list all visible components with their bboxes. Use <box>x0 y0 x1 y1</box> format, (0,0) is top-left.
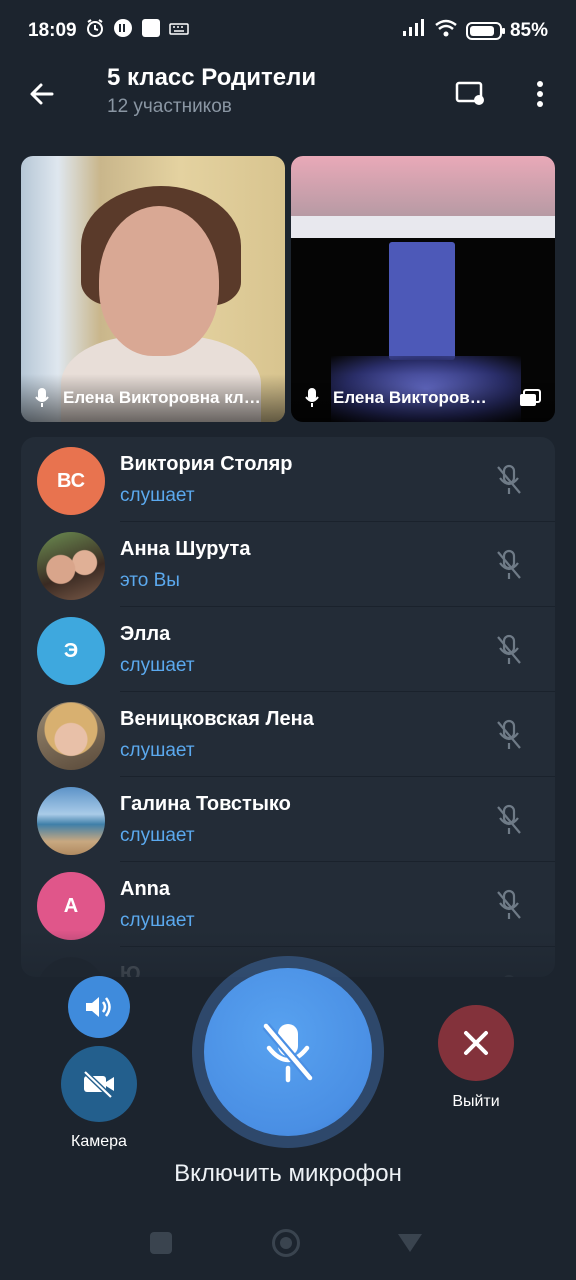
status-time: 18:09 <box>28 20 77 41</box>
close-icon <box>464 1031 488 1055</box>
muted-mic-icon[interactable] <box>491 632 527 668</box>
more-vertical-icon <box>537 81 543 107</box>
battery-percent: 85% <box>509 20 548 41</box>
app-notification-icon <box>113 18 133 44</box>
camera-off-icon <box>83 1070 114 1098</box>
signal-icon <box>402 19 426 43</box>
avatar: Э <box>37 617 105 685</box>
mic-caption: Включить микрофон <box>174 1160 402 1187</box>
system-back-button[interactable] <box>398 1234 422 1252</box>
leave-call-button[interactable] <box>438 1005 514 1081</box>
battery-fill <box>469 26 494 36</box>
video-tile-caption: Елена Викторов… <box>291 374 555 422</box>
video-tile-screen-share[interactable]: Елена Викторов… <box>291 156 555 422</box>
system-nav-bar <box>0 1200 576 1280</box>
participants-list: ВС Виктория Столяр слушает Анна Шурута э… <box>21 437 555 977</box>
screen-share-icon <box>520 389 541 406</box>
mic-off-icon <box>262 1023 314 1083</box>
call-header: 5 класс Родители 12 участников <box>0 62 576 142</box>
participant-name: Галина Товстыко <box>120 793 291 815</box>
keyboard-icon <box>168 20 189 42</box>
participant-row[interactable]: ВС Виктория Столяр слушает <box>21 437 555 522</box>
avatar <box>37 702 105 770</box>
camera-label: Камера <box>71 1133 127 1150</box>
home-button[interactable] <box>272 1229 300 1257</box>
speaker-icon <box>86 997 111 1017</box>
screen-share-top <box>291 156 555 216</box>
mic-toggle-button[interactable] <box>204 968 372 1136</box>
screen-share-browser-bar <box>291 216 555 238</box>
participant-row[interactable]: Галина Товстыко слушает <box>21 777 555 862</box>
recents-button[interactable] <box>150 1232 172 1254</box>
video-tile-caption: Елена Викторовна кл… <box>21 374 285 422</box>
participant-name: Анна Шурута <box>120 538 251 560</box>
participant-row[interactable]: Веницковская Лена слушает <box>21 692 555 777</box>
muted-mic-icon[interactable] <box>491 547 527 583</box>
back-button[interactable] <box>22 74 62 114</box>
participant-row[interactable]: Анна Шурута это Вы <box>21 522 555 607</box>
participant-name: Anna <box>120 878 170 900</box>
video-tile-name: Елена Викторовна кл… <box>63 388 261 407</box>
mic-icon <box>305 388 319 407</box>
screen-share-content <box>389 242 455 360</box>
participant-row[interactable]: Э Элла слушает <box>21 607 555 692</box>
chat-title: 5 класс Родители <box>107 64 317 91</box>
participant-name: Веницковская Лена <box>120 708 314 730</box>
video-tile-name: Елена Викторов… <box>333 388 487 407</box>
leave-label: Выйти <box>452 1093 500 1110</box>
video-tile-camera[interactable]: Елена Викторовна кл… <box>21 156 285 422</box>
avatar-initials: ВС <box>56 469 86 492</box>
back-arrow-icon <box>30 83 54 105</box>
mic-icon <box>35 388 49 407</box>
participant-status: слушает <box>120 485 195 506</box>
speaker-button[interactable] <box>68 976 130 1038</box>
avatar <box>37 532 105 600</box>
avatar-initials: A <box>63 894 79 917</box>
status-right-group: 85% <box>402 19 548 43</box>
participant-name: Элла <box>120 623 171 645</box>
muted-mic-icon[interactable] <box>491 717 527 753</box>
more-options-button[interactable] <box>520 74 560 114</box>
avatar <box>37 787 105 855</box>
battery-icon <box>465 22 505 40</box>
muted-mic-icon[interactable] <box>491 887 527 923</box>
participant-name: Виктория Столяр <box>120 453 293 475</box>
avatar-initials: Э <box>63 639 79 662</box>
alarm-icon <box>85 18 105 44</box>
avatar: ВС <box>37 447 105 515</box>
screen-share-button[interactable] <box>450 74 490 114</box>
status-bar: 18:09 85% <box>0 0 576 62</box>
muted-mic-icon[interactable] <box>491 462 527 498</box>
participant-status: это Вы <box>120 570 180 591</box>
participant-status: слушает <box>120 655 195 676</box>
wifi-icon <box>434 19 458 43</box>
muted-mic-icon[interactable] <box>491 802 527 838</box>
square-notification-icon <box>141 18 161 44</box>
camera-button[interactable] <box>61 1046 137 1122</box>
screen-cast-icon <box>455 81 484 105</box>
participant-status: слушает <box>120 910 195 931</box>
participant-status: слушает <box>120 825 195 846</box>
video-person-face <box>99 206 219 356</box>
participant-status: слушает <box>120 740 195 761</box>
participants-count: 12 участников <box>107 96 232 117</box>
